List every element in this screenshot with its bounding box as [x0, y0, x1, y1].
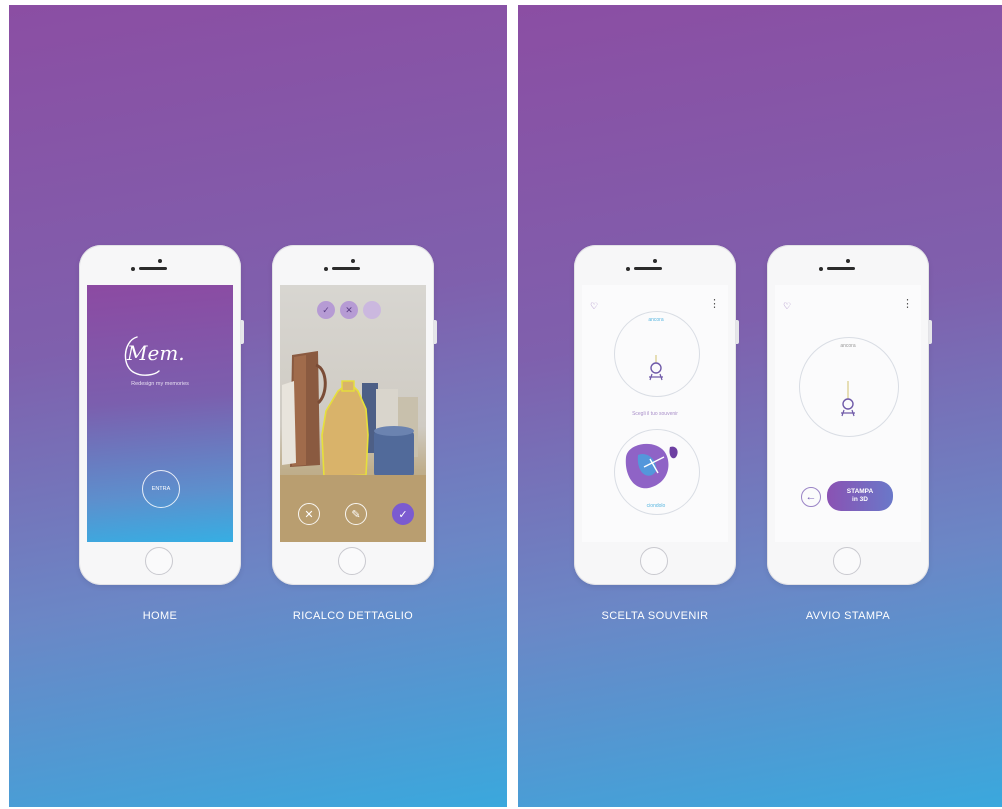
souvenir-option-label: ciondolo [646, 503, 666, 509]
sensor [819, 267, 823, 271]
left-panel: Mem. Redesign my memories ENTRA HOME ✓ ✕… [9, 5, 507, 807]
side-button [736, 320, 739, 344]
phone-home-button[interactable] [640, 547, 668, 575]
cancel-icon[interactable]: ✕ [298, 503, 320, 525]
phone-home: Mem. Redesign my memories ENTRA [79, 245, 244, 585]
print-button-line1: STAMPA [846, 487, 874, 495]
right-panel: ♡ ⋮ ancora Scegli il tuo souvenir ciondo… [518, 5, 1002, 807]
camera [653, 259, 657, 263]
speaker [139, 267, 167, 270]
camera [158, 259, 162, 263]
camera [351, 259, 355, 263]
phone-home-button[interactable] [145, 547, 173, 575]
print-screen: ♡ ⋮ ancora ← STAMPA in 3D [775, 285, 921, 542]
phone-home-button[interactable] [338, 547, 366, 575]
side-button [929, 320, 932, 344]
caption-print: AVVIO STAMPA [805, 610, 891, 622]
side-button [434, 320, 437, 344]
caption-trace: RICALCO DETTAGLIO [292, 610, 414, 622]
print-button-line2: in 3D [852, 496, 868, 503]
sensor [131, 267, 135, 271]
trace-bottom-icons: ✕ ✎ ✓ [298, 503, 414, 525]
speaker [827, 267, 855, 270]
speaker [332, 267, 360, 270]
app-logo-icon[interactable]: ♡ [783, 301, 797, 313]
souvenir-preview-icon [625, 443, 678, 489]
confirm-icon[interactable]: ✓ [392, 503, 414, 525]
choose-souvenir-text: Scegli il tuo souvenir [632, 411, 678, 417]
camera [846, 259, 850, 263]
speaker [634, 267, 662, 270]
sensor [324, 267, 328, 271]
app-logo-icon[interactable]: ♡ [590, 301, 604, 313]
home-screen: Mem. Redesign my memories ENTRA [87, 285, 233, 542]
edit-icon[interactable]: ✎ [345, 503, 367, 525]
print-3d-button[interactable]: STAMPA in 3D [827, 481, 893, 511]
souvenir-screen: ♡ ⋮ ancora Scegli il tuo souvenir ciondo… [582, 285, 728, 542]
dial-label: ancora [840, 343, 856, 349]
phone-souvenir: ♡ ⋮ ancora Scegli il tuo souvenir ciondo… [574, 245, 739, 585]
enter-button[interactable]: ENTRA [142, 470, 180, 508]
dial-label: ancora [648, 317, 664, 323]
logo-text: Mem. [127, 341, 185, 365]
anchor-pendant-icon [841, 381, 855, 417]
more-menu-icon[interactable]: ⋮ [902, 299, 913, 310]
phone-print: ♡ ⋮ ancora ← STAMPA in 3D [767, 245, 932, 585]
trace-top-icons: ✓ ✕ · [317, 301, 381, 319]
empty-circle-icon[interactable]: · [363, 301, 381, 319]
caption-home: HOME [142, 610, 178, 622]
anchor-pendant-icon [649, 355, 663, 381]
back-button[interactable]: ← [801, 487, 821, 507]
caption-souvenir: SCELTA SOUVENIR [601, 610, 709, 622]
cross-bottle-icon[interactable]: ✕ [340, 301, 358, 319]
phone-home-button[interactable] [833, 547, 861, 575]
more-menu-icon[interactable]: ⋮ [709, 299, 720, 310]
side-button [241, 320, 244, 344]
sensor [626, 267, 630, 271]
tagline: Redesign my memories [131, 381, 189, 387]
phone-trace: ✓ ✕ · ✕ ✎ ✓ [272, 245, 437, 585]
trace-screen: ✓ ✕ · ✕ ✎ ✓ [280, 285, 426, 542]
check-bottle-icon[interactable]: ✓ [317, 301, 335, 319]
